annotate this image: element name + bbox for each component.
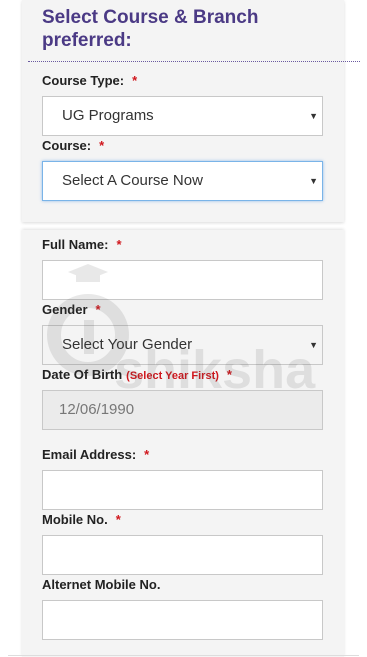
course-type-value: UG Programs	[62, 107, 154, 124]
alt-mobile-label-text: Alternet Mobile No.	[42, 577, 161, 592]
gender-label-text: Gender	[42, 302, 88, 317]
dob-hint: (Select Year First)	[126, 370, 219, 382]
email-input[interactable]	[42, 470, 323, 510]
required-asterisk: *	[95, 302, 101, 317]
dob-label-text: Date Of Birth	[42, 367, 123, 382]
course-type-label-text: Course Type:	[42, 73, 125, 88]
dob-field[interactable]: 12/06/1990	[42, 390, 323, 430]
dob-label: Date Of Birth (Select Year First) *	[42, 367, 232, 382]
required-asterisk: *	[132, 73, 138, 88]
required-asterisk: *	[116, 237, 122, 252]
course-select[interactable]: Select A Course Now ▼	[42, 161, 323, 201]
course-value: Select A Course Now	[62, 172, 203, 189]
section-title-line2: preferred:	[42, 30, 132, 51]
chevron-down-icon: ▼	[309, 340, 318, 350]
full-name-input[interactable]	[42, 260, 323, 300]
course-label-text: Course:	[42, 138, 92, 153]
section-title-line1: Select Course & Branch	[42, 7, 259, 28]
gender-select[interactable]: Select Your Gender ▼	[42, 325, 323, 365]
gender-label: Gender *	[42, 302, 101, 317]
email-label: Email Address: *	[42, 447, 149, 462]
course-label: Course: *	[42, 138, 104, 153]
course-type-label: Course Type: *	[42, 73, 137, 88]
required-asterisk: *	[115, 512, 121, 527]
personal-details-card: Full Name: * Gender * Select Your Gender ▼…	[22, 230, 344, 657]
section-title: Select Course & Branch preferred:	[42, 6, 258, 52]
mobile-input[interactable]	[42, 535, 323, 575]
alt-mobile-input[interactable]	[42, 600, 323, 640]
mobile-label-text: Mobile No.	[42, 512, 108, 527]
required-asterisk: *	[99, 138, 105, 153]
chevron-down-icon: ▼	[309, 111, 318, 121]
full-name-label: Full Name: *	[42, 237, 122, 252]
bottom-divider	[8, 655, 359, 656]
mobile-label: Mobile No. *	[42, 512, 121, 527]
course-selection-card: Select Course & Branch preferred: Course…	[22, 0, 360, 222]
course-type-select[interactable]: UG Programs ▼	[42, 96, 323, 136]
required-asterisk: *	[226, 367, 232, 382]
full-name-label-text: Full Name:	[42, 237, 109, 252]
required-asterisk: *	[144, 447, 150, 462]
alt-mobile-label: Alternet Mobile No.	[42, 577, 160, 592]
chevron-down-icon: ▼	[309, 176, 318, 186]
section-divider	[28, 61, 360, 62]
gender-value: Select Your Gender	[62, 336, 193, 353]
email-label-text: Email Address:	[42, 447, 137, 462]
dob-value: 12/06/1990	[59, 401, 135, 418]
